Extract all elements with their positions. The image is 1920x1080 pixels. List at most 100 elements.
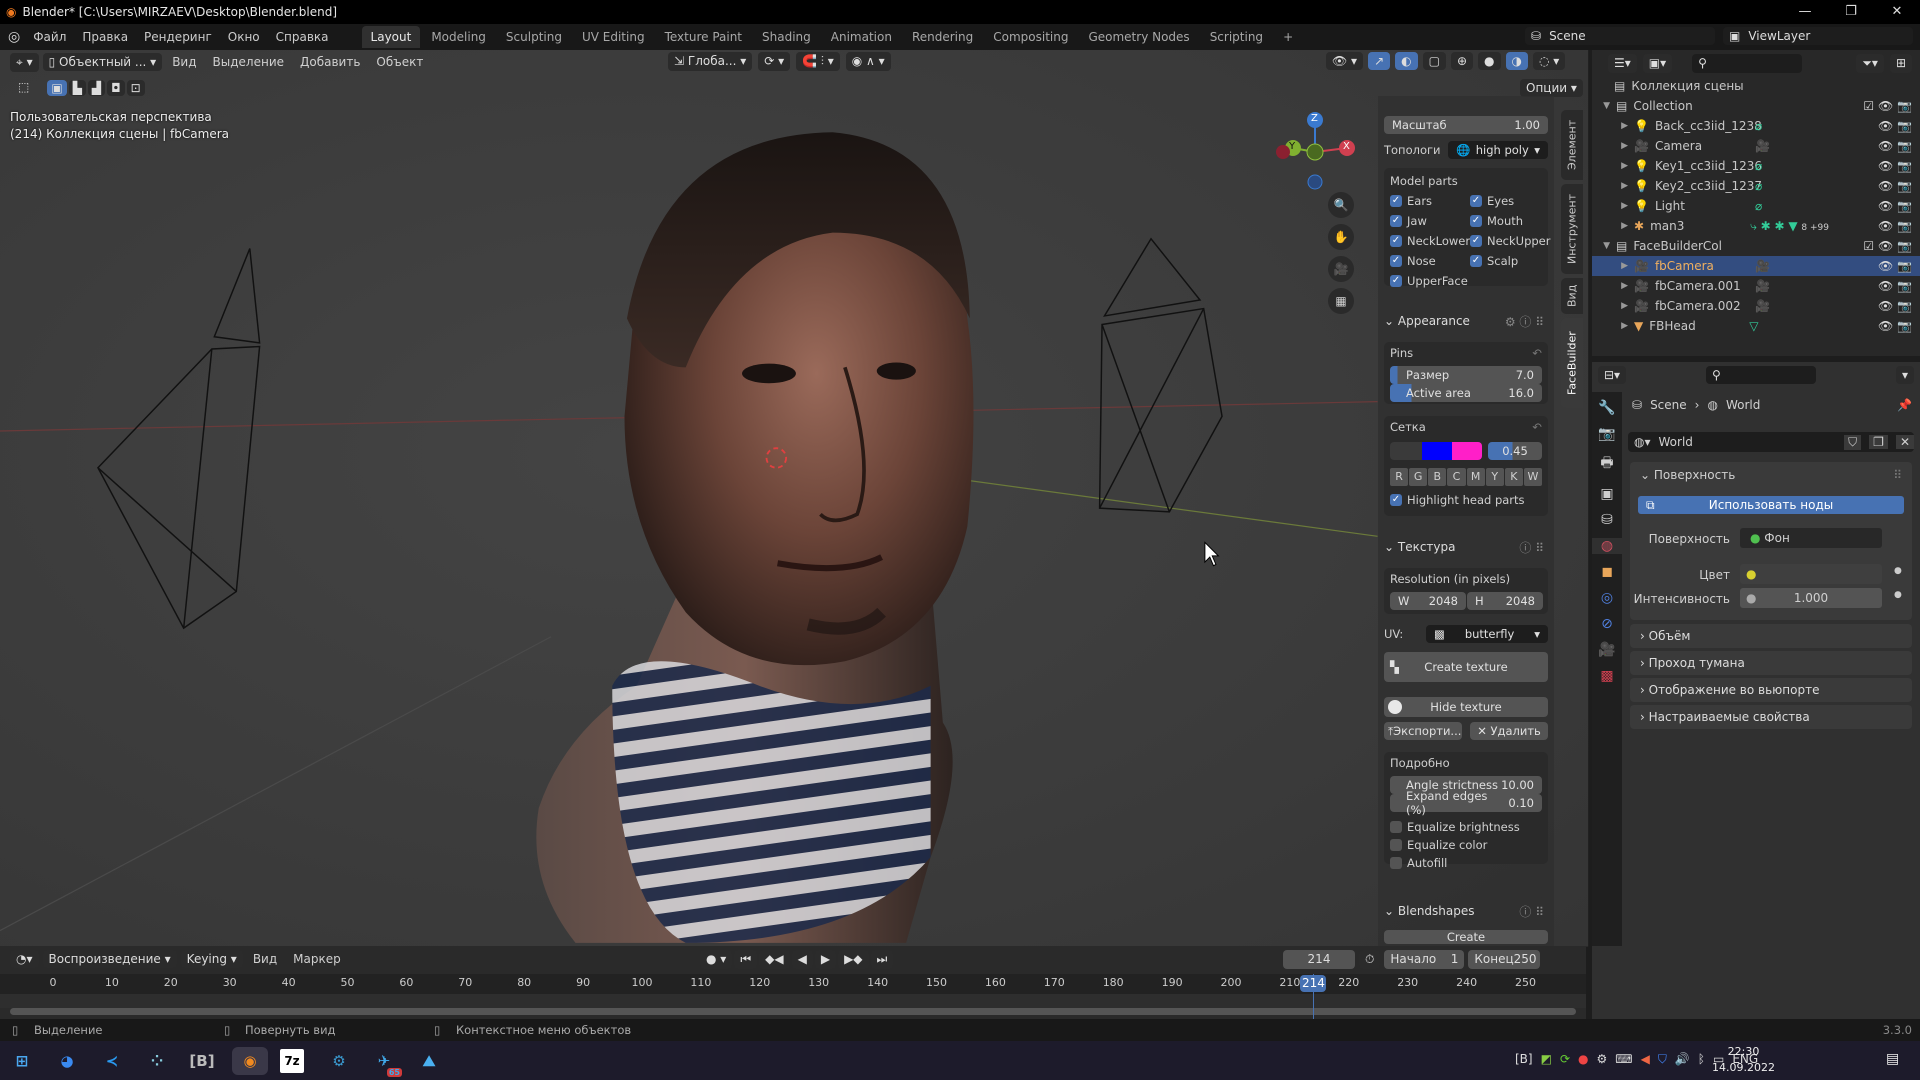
camera-data-icon[interactable]: 🎥 [1755, 259, 1865, 273]
eye-icon[interactable]: 👁 [1878, 179, 1893, 193]
minimize-button[interactable]: — [1782, 0, 1828, 24]
options-button[interactable]: Опции ▾ [1520, 79, 1583, 97]
outliner-scene-collection[interactable]: ▤ Коллекция сцены [1592, 76, 1920, 96]
color-preset-k[interactable]: K [1504, 468, 1523, 486]
outliner-row[interactable]: ▶ 🎥 fbCamera 🎥 👁 📷 [1592, 256, 1920, 276]
collapsed-arrow-icon[interactable]: ▶ [1592, 181, 1634, 191]
jump-start-button[interactable]: ⏮ [734, 950, 758, 969]
pivot-button[interactable]: ⟳ ▾ [758, 52, 791, 71]
height-field[interactable]: H 2048 [1467, 592, 1543, 610]
camera-render-icon[interactable]: 📷 [1897, 279, 1912, 293]
surface-shader-field[interactable]: ● Фон [1740, 528, 1882, 548]
tab-texture-paint[interactable]: Texture Paint [656, 26, 751, 48]
object-name[interactable]: Collection [1633, 99, 1843, 113]
light-data-icon[interactable]: ⌀ [1755, 179, 1865, 193]
tab-compositing[interactable]: Compositing [984, 26, 1077, 48]
model-part-checkbox-jaw[interactable]: ✓ Jaw [1390, 214, 1427, 228]
output-tab-icon[interactable]: 🖶 [1600, 452, 1613, 476]
outliner-row[interactable]: ▼ ▤ Collection ☑ 👁 📷 [1592, 96, 1920, 116]
collapsed-arrow-icon[interactable]: ▶ [1592, 201, 1634, 211]
mesh-color-2[interactable] [1452, 442, 1482, 460]
firefox-icon[interactable]: ◕ [53, 1047, 81, 1075]
strength-field[interactable]: ● 1.000 [1740, 588, 1882, 608]
camera-render-icon[interactable]: 📷 [1897, 99, 1912, 113]
collapsed-arrow-icon[interactable]: ▶ [1592, 121, 1634, 131]
help-icon[interactable]: ⓘ ⠿ [1519, 903, 1544, 920]
collapsed-arrow-icon[interactable]: ▶ [1592, 281, 1634, 291]
record-button[interactable]: ● ▾ [700, 950, 733, 969]
collapsed-arrow-icon[interactable]: ▶ [1592, 161, 1634, 171]
hide-texture-button[interactable]: Hide texture [1384, 697, 1548, 717]
menu-render[interactable]: Рендеринг [137, 27, 219, 47]
proportional-edit-button[interactable]: ◉ ∧ ▾ [845, 52, 891, 71]
keyframe-dot-icon[interactable]: ● [1894, 590, 1902, 600]
start-frame-field[interactable]: Начало 1 [1384, 950, 1465, 969]
mesh-opacity-slider[interactable]: 0.45 [1488, 442, 1542, 460]
keyframe-dot-icon[interactable]: ● [1894, 566, 1902, 576]
checkbox-checked-icon[interactable]: ☑ [1863, 99, 1878, 113]
model-part-checkbox-neckupper[interactable]: ✓ NeckUpper [1470, 234, 1550, 248]
tray-gpu-icon[interactable]: ◩ [1541, 1052, 1552, 1067]
breadcrumb-scene[interactable]: Scene [1650, 398, 1687, 412]
blender-taskbar-icon[interactable]: ◉ [232, 1047, 268, 1075]
select-invert-icon[interactable]: ◘ [107, 80, 125, 96]
solid-shading-icon[interactable]: ● [1478, 52, 1501, 70]
breadcrumb-world[interactable]: World [1726, 398, 1760, 412]
jump-end-button[interactable]: ⏭ [870, 950, 894, 969]
playhead-frame-label[interactable]: 214 [1300, 975, 1327, 992]
play-reverse-button[interactable]: ◀ [791, 950, 813, 969]
tab-geometry-nodes[interactable]: Geometry Nodes [1079, 26, 1198, 48]
close-icon[interactable]: ✕ [1895, 435, 1914, 449]
photos-icon[interactable]: ⛰ [415, 1047, 443, 1075]
outliner-row[interactable]: ▶ ✱ man3 ⤷ ✱ ✱ ▼ 8 +99 👁 📷 [1592, 216, 1920, 236]
object-name[interactable]: Key1_cc3iid_1236 [1655, 159, 1762, 173]
display-mode-button[interactable]: ▣▾ [1642, 54, 1673, 73]
tab-layout[interactable]: Layout [361, 26, 421, 48]
end-frame-field[interactable]: Конец 250 [1468, 950, 1541, 969]
camera-data-icon[interactable]: 🎥 [1755, 139, 1865, 153]
camera-render-icon[interactable]: 📷 [1897, 259, 1912, 273]
color-preset-g[interactable]: G [1409, 468, 1428, 486]
light-data-icon[interactable]: ⌀ [1755, 199, 1865, 213]
eye-icon[interactable]: 👁 [1878, 259, 1893, 273]
viewport-menu-view[interactable]: Вид [166, 55, 202, 69]
width-field[interactable]: W 2048 [1390, 592, 1466, 610]
view-layer-tab-icon[interactable]: ▣ [1600, 486, 1613, 502]
tray-speaker-icon[interactable]: 🔊 [1675, 1052, 1690, 1067]
autofill-checkbox[interactable]: Autofill [1390, 856, 1447, 870]
viewport-menu-add[interactable]: Добавить [294, 55, 366, 69]
eye-icon[interactable]: 👁 [1878, 239, 1893, 253]
object-name[interactable]: Back_cc3iid_1238 [1655, 119, 1762, 133]
camera-render-icon[interactable]: 📷 [1897, 159, 1912, 173]
select-new-icon[interactable]: ▣ [47, 80, 67, 96]
camera-render-icon[interactable]: 📷 [1897, 239, 1912, 253]
viewport-menu-object[interactable]: Объект [370, 55, 429, 69]
tray-clock[interactable]: 22:30 14.09.2022 [1712, 1044, 1775, 1076]
collapsed-arrow-icon[interactable]: ▶ [1592, 141, 1634, 151]
color-preset-w[interactable]: W [1523, 468, 1542, 486]
equalize-color-checkbox[interactable]: Equalize color [1390, 838, 1487, 852]
reset-icon[interactable]: ↶ [1532, 420, 1542, 434]
editor-type-button[interactable]: ☰▾ [1608, 54, 1637, 73]
eye-icon[interactable]: 👁 [1878, 279, 1893, 293]
eye-icon[interactable]: 👁 [1878, 99, 1893, 113]
eye-icon[interactable]: 👁 [1878, 119, 1893, 133]
tab-facebuilder[interactable]: FaceBuilder [1561, 318, 1583, 408]
tool-tab-icon[interactable]: 🔧 [1598, 400, 1615, 416]
new-collection-icon[interactable]: ⊞ [1889, 54, 1912, 73]
color-field[interactable]: ● [1740, 564, 1882, 584]
blender-menu-icon[interactable]: ◎ [8, 29, 20, 45]
tab-animation[interactable]: Animation [822, 26, 901, 48]
tab-rendering[interactable]: Rendering [903, 26, 982, 48]
select-intersect-icon[interactable]: ⊡ [126, 80, 145, 96]
object-name[interactable]: Camera [1655, 139, 1755, 153]
pin-icon[interactable]: 📌 [1897, 398, 1912, 412]
volume-panel[interactable]: › Объём [1630, 624, 1912, 648]
object-name[interactable]: man3 [1650, 219, 1750, 233]
physics-tab-icon[interactable]: ◎ [1601, 590, 1613, 606]
object-name[interactable]: FaceBuilderCol [1633, 239, 1843, 253]
eye-icon[interactable]: 👁 [1878, 139, 1893, 153]
eye-icon[interactable]: 👁 [1878, 159, 1893, 173]
active-area-slider[interactable]: Active area 16.0 [1390, 384, 1542, 402]
rendered-shading-icon[interactable]: ◌ ▾ [1533, 52, 1566, 70]
